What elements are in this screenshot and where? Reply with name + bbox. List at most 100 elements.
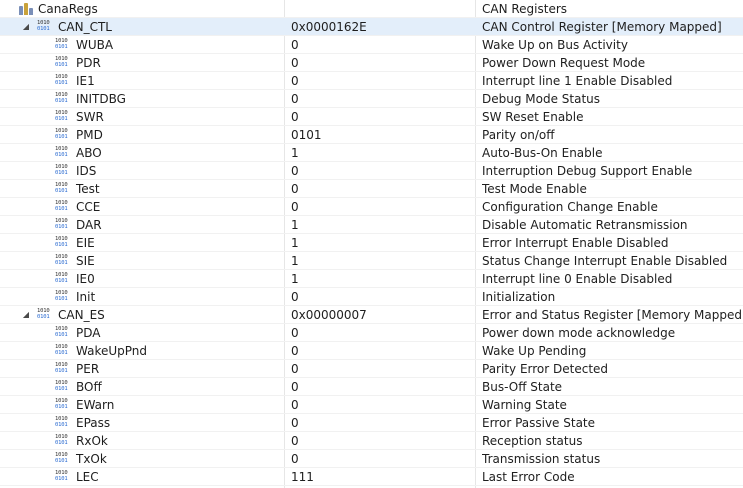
field-row-dar[interactable]: 1010 0101 DAR 1 Disable Automatic Retransmis… xyxy=(0,216,743,234)
field-description: Disable Automatic Retransmission xyxy=(482,218,688,232)
field-value[interactable]: 0 xyxy=(291,342,475,360)
field-name: INITDBG xyxy=(76,92,126,106)
field-name: PDA xyxy=(76,326,101,340)
field-name: WakeUpPnd xyxy=(76,344,148,358)
field-value[interactable]: 1 xyxy=(291,252,475,270)
field-row-ewarn[interactable]: 1010 0101 EWarn 0 Warning State xyxy=(0,396,743,414)
field-value[interactable]: 0 xyxy=(291,396,475,414)
field-value[interactable]: 0 xyxy=(291,288,475,306)
field-row-wakeuppnd[interactable]: 1010 0101 WakeUpPnd 0 Wake Up Pending xyxy=(0,342,743,360)
binary-field-icon: 1010 0101 xyxy=(55,380,68,392)
field-value[interactable]: 0101 xyxy=(291,126,475,144)
field-name: LEC xyxy=(76,470,99,484)
field-value[interactable]: 0 xyxy=(291,180,475,198)
binary-field-icon: 1010 0101 xyxy=(55,146,68,158)
binary-field-icon: 1010 0101 xyxy=(55,74,68,86)
field-name: Init xyxy=(76,290,96,304)
field-name: CCE xyxy=(76,200,101,214)
expanded-triangle-icon[interactable]: ◢ xyxy=(20,306,32,324)
field-name: EWarn xyxy=(76,398,115,412)
binary-field-icon: 1010 0101 xyxy=(55,56,68,68)
field-value[interactable]: 0 xyxy=(291,72,475,90)
field-value[interactable]: 0 xyxy=(291,360,475,378)
register-row-can-ctl[interactable]: ◢ 1010 0101 CAN_CTL 0x0000162E CAN Control Re… xyxy=(0,18,743,36)
field-description: Interrupt line 0 Enable Disabled xyxy=(482,272,673,286)
field-row-test[interactable]: 1010 0101 Test 0 Test Mode Enable xyxy=(0,180,743,198)
field-value[interactable]: 1 xyxy=(291,270,475,288)
field-row-epass[interactable]: 1010 0101 EPass 0 Error Passive State xyxy=(0,414,743,432)
field-row-lec[interactable]: 1010 0101 LEC 111 Last Error Code xyxy=(0,468,743,486)
binary-field-icon: 1010 0101 xyxy=(55,290,68,302)
field-row-per[interactable]: 1010 0101 PER 0 Parity Error Detected xyxy=(0,360,743,378)
field-value[interactable]: 1 xyxy=(291,216,475,234)
field-row-ie1[interactable]: 1010 0101 IE1 0 Interrupt line 1 Enable Disa… xyxy=(0,72,743,90)
expanded-triangle-icon[interactable]: ◢ xyxy=(20,18,32,36)
field-value[interactable]: 0 xyxy=(291,36,475,54)
field-value[interactable]: 1 xyxy=(291,144,475,162)
field-name: IE1 xyxy=(76,74,95,88)
field-value[interactable]: 1 xyxy=(291,234,475,252)
field-row-pdr[interactable]: 1010 0101 PDR 0 Power Down Request Mode xyxy=(0,54,743,72)
field-name: IDS xyxy=(76,164,97,178)
field-row-boff[interactable]: 1010 0101 BOff 0 Bus-Off State xyxy=(0,378,743,396)
field-value[interactable]: 0 xyxy=(291,198,475,216)
field-description: Parity on/off xyxy=(482,128,555,142)
field-row-init[interactable]: 1010 0101 Init 0 Initialization xyxy=(0,288,743,306)
field-row-abo[interactable]: 1010 0101 ABO 1 Auto-Bus-On Enable xyxy=(0,144,743,162)
field-description: Initialization xyxy=(482,290,556,304)
field-name: SIE xyxy=(76,254,95,268)
field-value[interactable]: 0 xyxy=(291,162,475,180)
field-name: Test xyxy=(76,182,100,196)
field-name: PER xyxy=(76,362,100,376)
field-row-swr[interactable]: 1010 0101 SWR 0 SW Reset Enable xyxy=(0,108,743,126)
field-name: ABO xyxy=(76,146,102,160)
register-value[interactable]: 0x0000162E xyxy=(291,18,475,36)
field-description: Status Change Interrupt Enable Disabled xyxy=(482,254,728,268)
field-row-initdbg[interactable]: 1010 0101 INITDBG 0 Debug Mode Status xyxy=(0,90,743,108)
register-tree[interactable]: CanaRegs CAN Registers ◢ 1010 0101 CAN_CTL 0… xyxy=(0,0,743,488)
field-description: Error Passive State xyxy=(482,416,596,430)
binary-field-icon: 1010 0101 xyxy=(55,38,68,50)
root-description: CAN Registers xyxy=(482,2,568,16)
field-row-ie0[interactable]: 1010 0101 IE0 1 Interrupt line 0 Enable Disa… xyxy=(0,270,743,288)
field-name: PDR xyxy=(76,56,101,70)
binary-field-icon: 1010 0101 xyxy=(55,344,68,356)
field-row-eie[interactable]: 1010 0101 EIE 1 Error Interrupt Enable Disab… xyxy=(0,234,743,252)
field-row-cce[interactable]: 1010 0101 CCE 0 Configuration Change Enable xyxy=(0,198,743,216)
register-description: CAN Control Register [Memory Mapped] xyxy=(482,20,722,34)
register-description: Error and Status Register [Memory Mapped… xyxy=(482,308,743,322)
field-value[interactable]: 0 xyxy=(291,54,475,72)
field-row-pda[interactable]: 1010 0101 PDA 0 Power down mode acknowledge xyxy=(0,324,743,342)
field-row-pmd[interactable]: 1010 0101 PMD 0101 Parity on/off xyxy=(0,126,743,144)
field-description: Configuration Change Enable xyxy=(482,200,658,214)
field-value[interactable]: 0 xyxy=(291,414,475,432)
field-row-ids[interactable]: 1010 0101 IDS 0 Interruption Debug Support E… xyxy=(0,162,743,180)
field-value[interactable]: 0 xyxy=(291,378,475,396)
field-row-sie[interactable]: 1010 0101 SIE 1 Status Change Interrupt Enab… xyxy=(0,252,743,270)
tree-row-root[interactable]: CanaRegs CAN Registers xyxy=(0,0,743,18)
binary-register-icon: 1010 0101 xyxy=(37,20,50,32)
root-label: CanaRegs xyxy=(38,2,98,16)
field-value[interactable]: 0 xyxy=(291,324,475,342)
field-value[interactable]: 0 xyxy=(291,90,475,108)
binary-field-icon: 1010 0101 xyxy=(55,452,68,464)
field-description: Power down mode acknowledge xyxy=(482,326,676,340)
field-name: TxOk xyxy=(76,452,107,466)
field-description: Bus-Off State xyxy=(482,380,563,394)
field-row-wuba[interactable]: 1010 0101 WUBA 0 Wake Up on Bus Activity xyxy=(0,36,743,54)
register-value[interactable]: 0x00000007 xyxy=(291,306,475,324)
field-description: Interruption Debug Support Enable xyxy=(482,164,693,178)
field-value[interactable]: 0 xyxy=(291,432,475,450)
field-value[interactable]: 111 xyxy=(291,468,475,486)
binary-field-icon: 1010 0101 xyxy=(55,470,68,482)
field-description: Reception status xyxy=(482,434,583,448)
field-description: Wake Up Pending xyxy=(482,344,587,358)
field-description: Transmission status xyxy=(482,452,601,466)
field-row-txok[interactable]: 1010 0101 TxOk 0 Transmission status xyxy=(0,450,743,468)
field-row-rxok[interactable]: 1010 0101 RxOk 0 Reception status xyxy=(0,432,743,450)
field-value[interactable]: 0 xyxy=(291,450,475,468)
field-description: Debug Mode Status xyxy=(482,92,601,106)
binary-field-icon: 1010 0101 xyxy=(55,92,68,104)
field-value[interactable]: 0 xyxy=(291,108,475,126)
register-row-can-es[interactable]: ◢ 1010 0101 CAN_ES 0x00000007 Error and Statu… xyxy=(0,306,743,324)
